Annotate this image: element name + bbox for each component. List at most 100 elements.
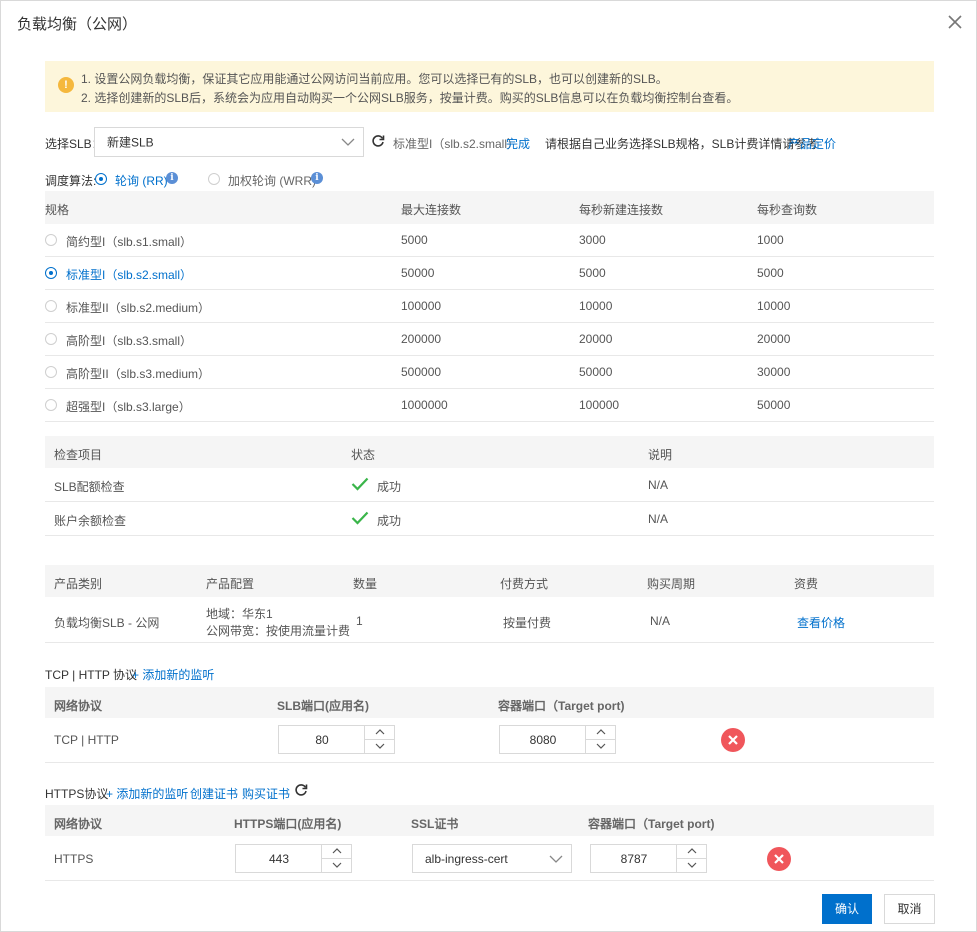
https-target-port-value[interactable]: 8787 — [591, 845, 677, 872]
spec-radio[interactable] — [45, 399, 57, 411]
decrement-button[interactable] — [677, 859, 706, 873]
spec-name: 高阶型I（slb.s3.small） — [66, 334, 193, 348]
decrement-button[interactable] — [322, 859, 351, 873]
spec-row[interactable]: 标准型II（slb.s2.medium） 100000 10000 10000 — [45, 290, 934, 323]
increment-button[interactable] — [322, 845, 351, 859]
spec-name: 标准型I（slb.s2.small） — [66, 268, 193, 282]
tcp-col-protocol: 网络协议 — [54, 699, 103, 713]
slb-select-value: 新建SLB — [107, 135, 154, 150]
spec-row[interactable]: 简约型I（slb.s1.small） 5000 3000 1000 — [45, 224, 934, 257]
slb-select[interactable]: 新建SLB — [94, 127, 364, 157]
radio-wrr[interactable] — [208, 173, 220, 185]
https-add-listener-link[interactable]: + 添加新的监听 — [106, 785, 188, 802]
decrement-button[interactable] — [586, 740, 615, 754]
tcp-target-port-stepper[interactable]: 8080 — [499, 725, 616, 754]
spec-row[interactable]: 高阶型I（slb.s3.small） 200000 20000 20000 — [45, 323, 934, 356]
tcp-slb-port-value[interactable]: 80 — [279, 726, 365, 753]
create-cert-link[interactable]: 创建证书 — [190, 785, 238, 802]
tcp-col-slb-port: SLB端口(应用名) — [277, 699, 369, 713]
spec-radio[interactable] — [45, 234, 57, 246]
check-col-item: 检查项目 — [54, 448, 103, 462]
https-col-port: HTTPS端口(应用名) — [234, 817, 342, 831]
https-port-stepper[interactable]: 443 — [235, 844, 352, 873]
spec-radio[interactable] — [45, 267, 57, 279]
chevron-up-icon — [687, 848, 696, 854]
product-col-price: 资费 — [794, 577, 819, 591]
delete-https-listener-icon[interactable] — [767, 847, 791, 871]
row-divider — [45, 642, 934, 643]
spec-qps: 10000 — [757, 299, 791, 313]
spec-qps: 20000 — [757, 332, 791, 346]
delete-tcp-listener-icon[interactable] — [721, 728, 745, 752]
product-billing: 按量付费 — [503, 616, 552, 630]
https-col-ssl-cert: SSL证书 — [411, 817, 459, 831]
decrement-button[interactable] — [365, 740, 394, 754]
spec-row[interactable]: 超强型I（slb.s3.large） 1000000 100000 50000 — [45, 389, 934, 422]
spec-new-conn: 3000 — [579, 233, 606, 247]
product-col-billing: 付费方式 — [500, 577, 549, 591]
product-config-region: 地域：华东1 — [206, 607, 273, 621]
check-col-status: 状态 — [351, 448, 376, 462]
https-target-port-stepper[interactable]: 8787 — [590, 844, 707, 873]
done-link[interactable]: 完成 — [506, 135, 530, 152]
product-col-category: 产品类别 — [54, 577, 103, 591]
https-col-protocol: 网络协议 — [54, 817, 103, 831]
refresh-icon[interactable] — [371, 134, 385, 148]
checkmark-icon — [351, 511, 369, 525]
confirm-button[interactable]: 确认 — [822, 894, 872, 924]
increment-button[interactable] — [677, 845, 706, 859]
check-table-header — [45, 436, 934, 468]
ssl-cert-select[interactable]: alb-ingress-cert — [412, 844, 572, 873]
refresh-icon[interactable] — [294, 783, 308, 797]
tcp-slb-port-stepper[interactable]: 80 — [278, 725, 395, 754]
spec-max-conn: 100000 — [401, 299, 442, 313]
info-icon[interactable]: i — [166, 172, 178, 184]
spec-new-conn: 10000 — [579, 299, 613, 313]
spec-col-new-conn: 每秒新建连接数 — [579, 203, 664, 217]
radio-rr[interactable] — [95, 173, 107, 185]
algorithm-wrr-label[interactable]: 加权轮询 (WRR) — [228, 172, 316, 189]
increment-button[interactable] — [586, 726, 615, 740]
spec-col-qps: 每秒查询数 — [757, 203, 818, 217]
spec-max-conn: 50000 — [401, 266, 435, 280]
tcp-target-port-value[interactable]: 8080 — [500, 726, 586, 753]
chevron-down-icon — [549, 855, 563, 863]
check-note: N/A — [648, 478, 669, 492]
spec-radio[interactable] — [45, 366, 57, 378]
ssl-cert-value: alb-ingress-cert — [425, 851, 508, 866]
spec-row[interactable]: 标准型I（slb.s2.small） 50000 5000 5000 — [45, 257, 934, 290]
check-item: SLB配额检查 — [54, 480, 125, 494]
cancel-button[interactable]: 取消 — [884, 894, 935, 924]
spec-new-conn: 100000 — [579, 398, 620, 412]
check-status: 成功 — [377, 480, 402, 494]
spec-qps: 1000 — [757, 233, 784, 247]
check-item: 账户余额检查 — [54, 514, 127, 528]
spec-name: 简约型I（slb.s1.small） — [66, 235, 193, 249]
view-price-link[interactable]: 查看价格 — [797, 614, 845, 631]
spec-name: 标准型II（slb.s2.medium） — [66, 301, 211, 315]
spec-col-max-conn: 最大连接数 — [401, 203, 462, 217]
spec-max-conn: 200000 — [401, 332, 442, 346]
spec-radio[interactable] — [45, 300, 57, 312]
buy-cert-link[interactable]: 购买证书 — [242, 785, 290, 802]
notice-line-1: 1. 设置公网负载均衡，保证其它应用能通过公网访问当前应用。您可以选择已有的SL… — [81, 72, 668, 86]
algorithm-rr-label[interactable]: 轮询 (RR) — [115, 172, 168, 189]
check-row: SLB配额检查 成功 N/A — [45, 468, 934, 502]
notice-banner: ! 1. 设置公网负载均衡，保证其它应用能通过公网访问当前应用。您可以选择已有的… — [45, 61, 934, 112]
chevron-up-icon — [332, 848, 341, 854]
increment-button[interactable] — [365, 726, 394, 740]
info-icon[interactable]: i — [311, 172, 323, 184]
pricing-link[interactable]: 产品定价 — [788, 135, 836, 152]
check-note: N/A — [648, 512, 669, 526]
tcp-add-listener-link[interactable]: + 添加新的监听 — [132, 666, 214, 683]
spec-name: 高阶型II（slb.s3.medium） — [66, 367, 211, 381]
https-port-value[interactable]: 443 — [236, 845, 322, 872]
spec-row[interactable]: 高阶型II（slb.s3.medium） 500000 50000 30000 — [45, 356, 934, 389]
close-icon[interactable] — [946, 13, 964, 31]
chevron-down-icon — [596, 743, 605, 750]
row-divider — [45, 535, 934, 536]
https-section-title: HTTPS协议 — [45, 787, 109, 801]
check-status: 成功 — [377, 514, 402, 528]
spec-radio[interactable] — [45, 333, 57, 345]
spec-max-conn: 1000000 — [401, 398, 448, 412]
